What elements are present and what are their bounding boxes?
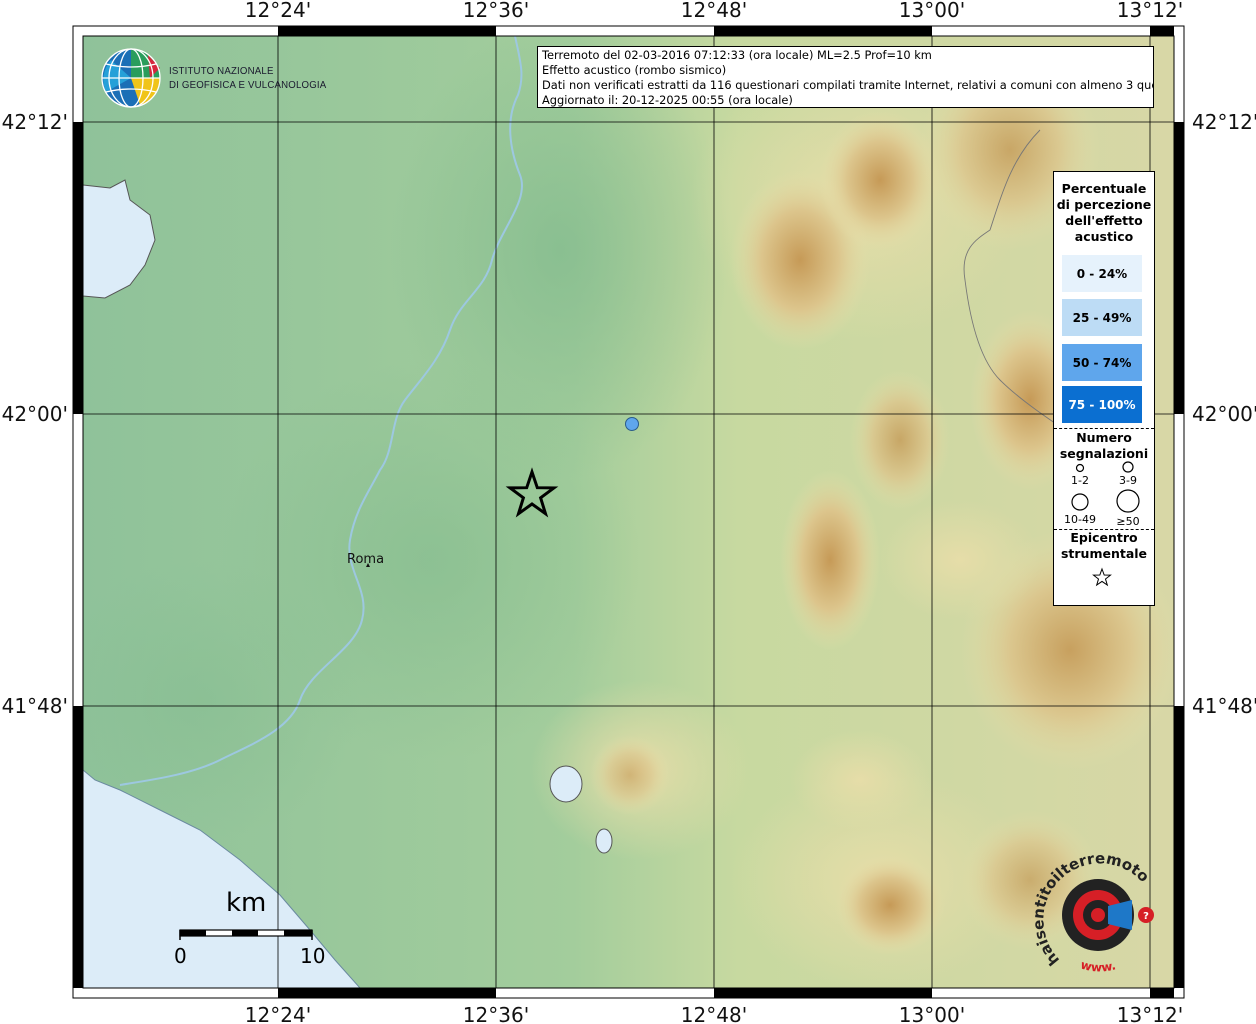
legend-count-label-1-2: 1-2	[1071, 474, 1089, 487]
y-tick-left-1: 42°12'	[2, 110, 68, 134]
legend-circle-1-2	[1075, 463, 1085, 473]
legend-circle-3-9	[1122, 461, 1134, 473]
x-tick-bottom-2: 12°36'	[463, 1003, 529, 1024]
city-label-roma: Roma	[347, 552, 385, 567]
y-tick-left-2: 42°00'	[2, 402, 68, 426]
x-tick-top-1: 12°24'	[245, 0, 311, 22]
event-info-box: Terremoto del 02-03-2016 07:12:33 (ora l…	[537, 46, 1154, 108]
event-info-line2: Effetto acustico (rombo sismico)	[542, 63, 727, 77]
institute-name-line1: ISTITUTO NAZIONALE	[169, 65, 274, 77]
x-tick-top-2: 12°36'	[463, 0, 529, 22]
x-tick-bottom-4: 13°00'	[899, 1003, 965, 1024]
x-tick-top-4: 13°00'	[899, 0, 965, 22]
institute-name-line2: DI GEOFISICA E VULCANOLOGIA	[169, 79, 327, 91]
y-tick-right-2: 42°00'	[1192, 402, 1256, 426]
scale-bar-start-label: 0	[174, 944, 187, 968]
event-info-line3: Dati non verificati estratti da 116 ques…	[542, 78, 1154, 92]
legend-epicenter-title: Epicentro strumentale	[1060, 530, 1148, 561]
legend-count-label-3-9: 3-9	[1119, 474, 1137, 487]
lake-albano	[549, 765, 583, 803]
scale-bar-end-label: 10	[300, 944, 326, 968]
ingv-logo-icon	[101, 48, 161, 108]
lake-nemi	[595, 828, 613, 854]
y-tick-right-1: 42°12'	[1192, 110, 1256, 134]
x-tick-bottom-3: 12°48'	[681, 1003, 747, 1024]
legend-circle-50-plus	[1116, 489, 1140, 513]
x-tick-bottom-1: 12°24'	[245, 1003, 311, 1024]
legend-circle-10-49	[1071, 493, 1089, 511]
x-tick-top-3: 12°48'	[681, 0, 747, 22]
y-tick-right-3: 41°48'	[1192, 694, 1256, 718]
y-tick-left-3: 41°48'	[2, 694, 68, 718]
legend-star-icon	[1092, 567, 1112, 587]
scale-bar-unit: km	[226, 888, 267, 918]
legend-count-label-10-49: 10-49	[1064, 513, 1096, 526]
svg-text:?: ?	[1143, 911, 1149, 922]
event-info-line4: Aggiornato il: 20-12-2025 00:55 (ora loc…	[542, 93, 793, 107]
legend: Percentuale di percezione dell'effetto a…	[1053, 171, 1155, 606]
legend-count-label-50-plus: ≥50	[1116, 515, 1140, 528]
report-point[interactable]	[625, 417, 639, 431]
event-info-line1: Terremoto del 02-03-2016 07:12:33 (ora l…	[542, 48, 932, 62]
institute-name: ISTITUTO NAZIONALE DI GEOFISICA E VULCAN…	[169, 64, 326, 92]
x-tick-top-5: 13°12'	[1117, 0, 1183, 22]
x-tick-bottom-5: 13°12'	[1117, 1003, 1183, 1024]
